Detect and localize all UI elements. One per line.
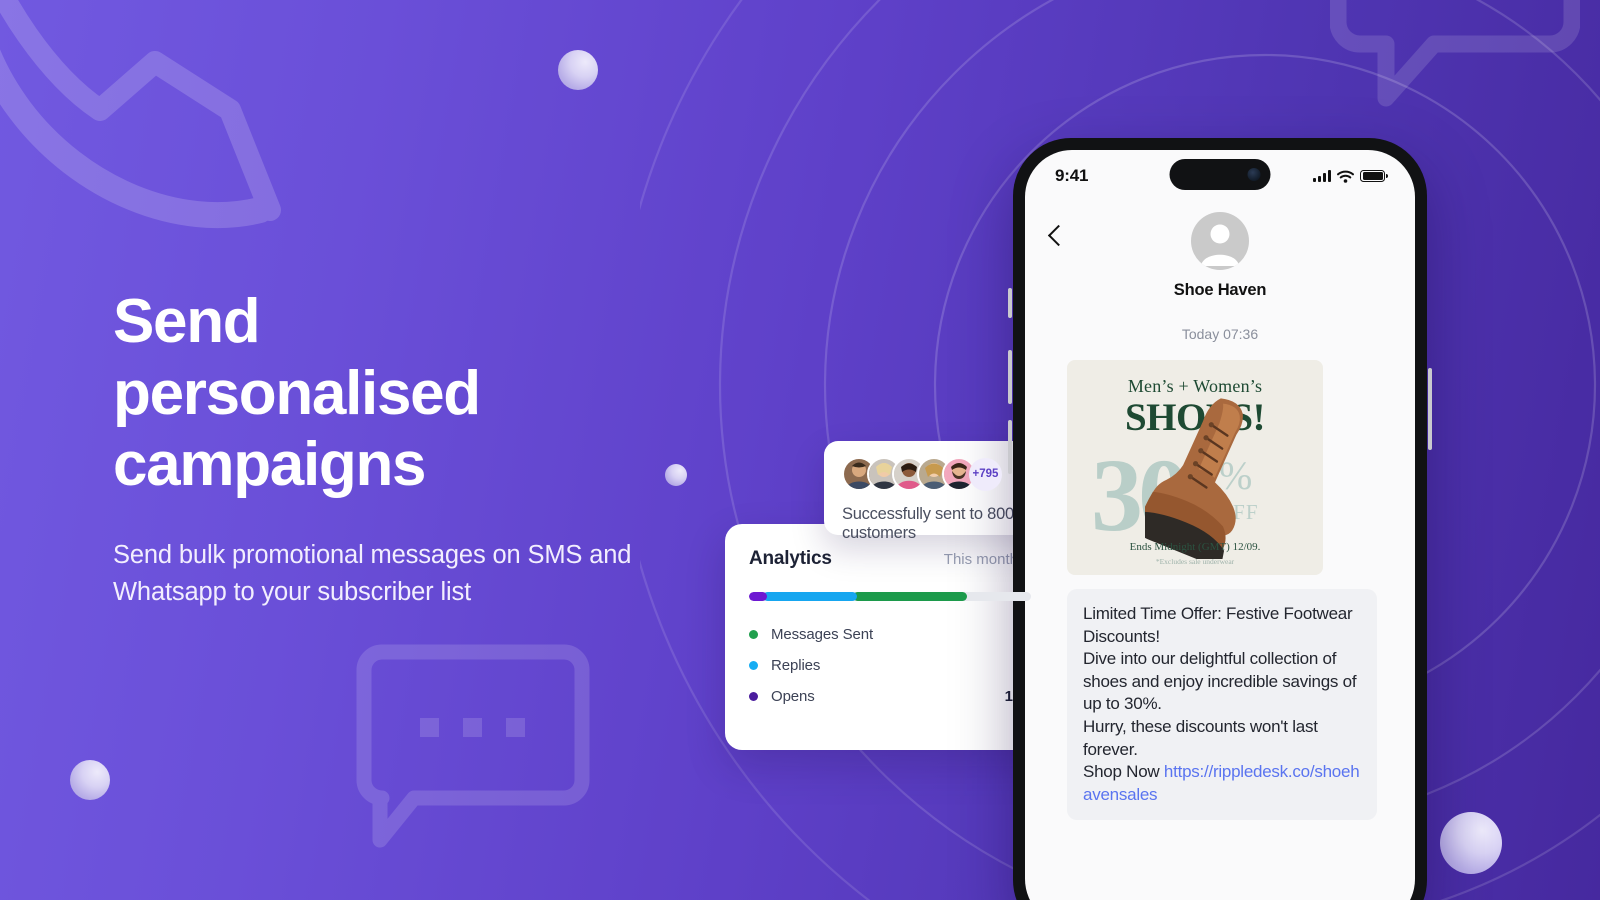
brown-boot-image: [1145, 398, 1243, 559]
promo-eyebrow: Men’s + Women’s: [1127, 376, 1263, 396]
promo-end-date: Ends Midnight (GMT) 12/09.: [1129, 541, 1261, 553]
volume-down-button[interactable]: [1008, 420, 1012, 474]
date-range-label: This month: [943, 550, 1018, 568]
promo-image[interactable]: Men’s + Women’s SHOES! 30 % OFF Ends Mid…: [1067, 360, 1323, 575]
metric-label: Opens: [771, 688, 815, 705]
decorative-sphere: [558, 50, 598, 90]
analytics-progress-bar: [749, 592, 1043, 601]
decorative-sphere: [70, 760, 110, 800]
hero-copy: Send personalised campaigns Send bulk prom…: [113, 286, 733, 610]
contact-name: Shoe Haven: [1173, 281, 1267, 299]
status-time: 9:41: [1055, 166, 1089, 185]
phone-screen: 9:41 Shoe Haven Today 07:36 Men’s + Wome…: [1025, 150, 1415, 900]
phone-mockup: 9:41 Shoe Haven Today 07:36 Men’s + Wome…: [1008, 134, 1432, 900]
hero-subcopy: Send bulk promotional messages on SMS an…: [113, 540, 632, 606]
decorative-sphere: [1440, 812, 1502, 874]
chat-bubble-dots-icon: [356, 644, 590, 848]
battery-full-icon: [1360, 169, 1388, 183]
promo-fine-print: *Excludes sale underwear: [1155, 557, 1235, 566]
progress-segment: [762, 592, 857, 601]
metric-label: Messages Sent: [771, 626, 874, 643]
power-button[interactable]: [1428, 368, 1432, 450]
message-body: Limited Time Offer: Festive Footwear Dis…: [1083, 604, 1357, 782]
avatar-overflow-badge: +795: [969, 457, 1002, 491]
volume-up-button[interactable]: [1008, 350, 1012, 404]
metric-row: Replies60%: [749, 657, 1043, 674]
metric-dot-icon: [749, 692, 758, 701]
page-title: Send personalised campaigns: [113, 286, 733, 501]
silent-switch[interactable]: [1008, 288, 1012, 318]
wifi-icon: [1337, 170, 1354, 183]
status-bar: 9:41: [1025, 150, 1415, 202]
cellular-signal-icon: [1313, 170, 1331, 182]
progress-segment: [963, 592, 1031, 601]
headline-line-2: personalised: [113, 358, 481, 428]
metric-dot-icon: [749, 661, 758, 670]
conversation: Today 07:36 Men’s + Women’s SHOES! 30 % …: [1025, 326, 1415, 821]
progress-segment: [852, 592, 968, 601]
metric-row: Messages Sent527: [749, 626, 1043, 643]
status-icons: [1313, 169, 1388, 183]
analytics-title: Analytics: [749, 548, 832, 569]
progress-segment: [749, 592, 767, 601]
metric-row: Opens100%: [749, 688, 1043, 705]
phone-call-outline-icon: [0, 0, 281, 229]
chevron-left-icon[interactable]: [1047, 224, 1070, 247]
metric-dot-icon: [749, 630, 758, 639]
headline-line-1: Send: [113, 287, 261, 356]
metric-label: Replies: [771, 657, 821, 674]
dynamic-island: [1169, 159, 1271, 190]
analytics-legend: Messages Sent527 Replies60% Opens100%: [749, 626, 1043, 705]
chat-header: Shoe Haven: [1025, 202, 1415, 316]
message-bubble: Limited Time Offer: Festive Footwear Dis…: [1067, 589, 1377, 821]
person-avatar-icon: [1191, 212, 1249, 270]
day-timestamp: Today 07:36: [1181, 326, 1259, 342]
headline-line-3: campaigns: [113, 430, 427, 500]
promo-banner: Send personalised campaigns Send bulk prom…: [0, 0, 1600, 900]
